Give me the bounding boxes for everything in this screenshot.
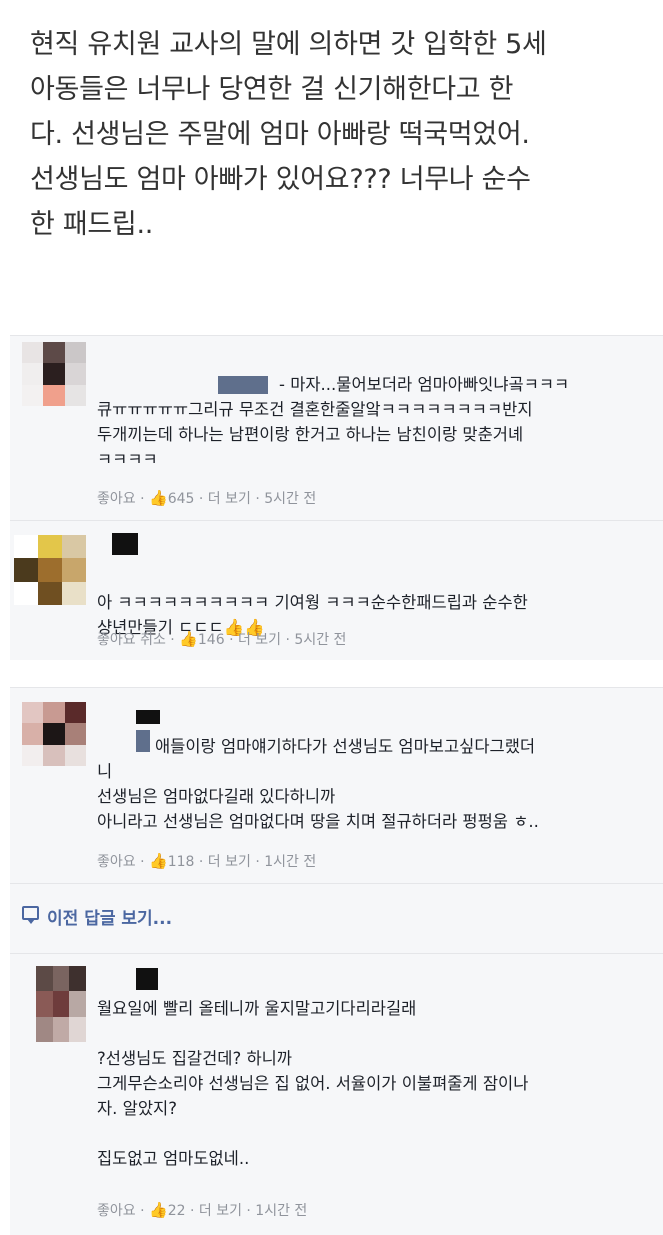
like-count[interactable]: 22 [168,1203,186,1219]
comment-3: 애들이랑 엄마얘기하다가 선생님도 엄마보고싶다그랬더 니 선생님은 엄마없다길… [10,687,663,883]
comment-meta: 좋아요 · 👍22 · 더 보기 · 1시간 전 [97,1200,307,1220]
comment-actions[interactable]: · 더 보기 · 5시간 전 [194,491,316,507]
comment-actions[interactable]: · 더 보기 · 1시간 전 [194,854,316,870]
thumbs-up-icon: 👍 [179,630,198,648]
comment-meta: 좋아요 · 👍118 · 더 보기 · 1시간 전 [97,851,316,871]
thumbs-up-icon: 👍 [149,852,168,870]
comment-text: - 마자...물어보더라 엄마아빠잇냐곸ㅋㅋㅋ 큐ㅠㅠㅠㅠㅠ그리규 무조건 결혼… [97,375,570,469]
avatar[interactable] [22,342,86,406]
comment-4: 월요일에 빨리 올테니까 울지말고기다리라길래 ?선생님도 집갈건데? 하니까 … [10,953,663,1235]
comment-1: - 마자...물어보더라 엄마아빠잇냐곸ㅋㅋㅋ 큐ㅠㅠㅠㅠㅠ그리규 무조건 결혼… [10,335,663,520]
comment-meta: 좋아요 · 👍645 · 더 보기 · 5시간 전 [97,488,316,508]
like-link[interactable]: 좋아요 · [97,854,149,870]
like-count[interactable]: 146 [198,632,225,648]
avatar[interactable] [22,702,86,766]
thumbs-up-icon: 👍 [149,1201,168,1219]
comment-actions[interactable]: · 더 보기 · 1시간 전 [186,1203,307,1219]
previous-replies-link[interactable]: 이전 답글 보기... [47,904,172,929]
thumbs-up-icon: 👍 [149,489,168,507]
unlike-link[interactable]: 좋아요 취소 · [97,632,179,648]
post-text: 현직 유치원 교사의 말에 의하면 갓 입학한 5세 아동들은 너무나 당연한 … [30,29,547,240]
like-link[interactable]: 좋아요 · [97,1203,149,1219]
previous-replies-row[interactable]: 이전 답글 보기... [10,883,663,953]
avatar[interactable] [36,966,86,1042]
comment-text: 월요일에 빨리 올테니까 울지말고기다리라길래 ?선생님도 집갈건데? 하니까 … [97,999,529,1168]
like-count[interactable]: 645 [168,491,195,507]
comment-actions[interactable]: · 더 보기 · 5시간 전 [225,632,346,648]
comment-meta: 좋아요 취소 · 👍146 · 더 보기 · 5시간 전 [97,629,346,649]
avatar[interactable] [14,535,86,605]
commenter-name[interactable] [136,968,158,990]
comment-text: 애들이랑 엄마얘기하다가 선생님도 엄마보고싶다그랬더 니 선생님은 엄마없다길… [97,737,539,831]
commenter-name[interactable] [112,533,138,555]
commenter-name[interactable] [136,710,160,724]
speech-bubble-icon [22,906,39,924]
like-count[interactable]: 118 [168,854,195,870]
like-link[interactable]: 좋아요 · [97,491,149,507]
comment-2: 아 ㅋㅋㅋㅋㅋㅋㅋㅋㅋㅋ 기여웡 ㅋㅋㅋ순수한패드립과 순수한 샹년만들기 ㄷㄷ… [10,520,663,660]
